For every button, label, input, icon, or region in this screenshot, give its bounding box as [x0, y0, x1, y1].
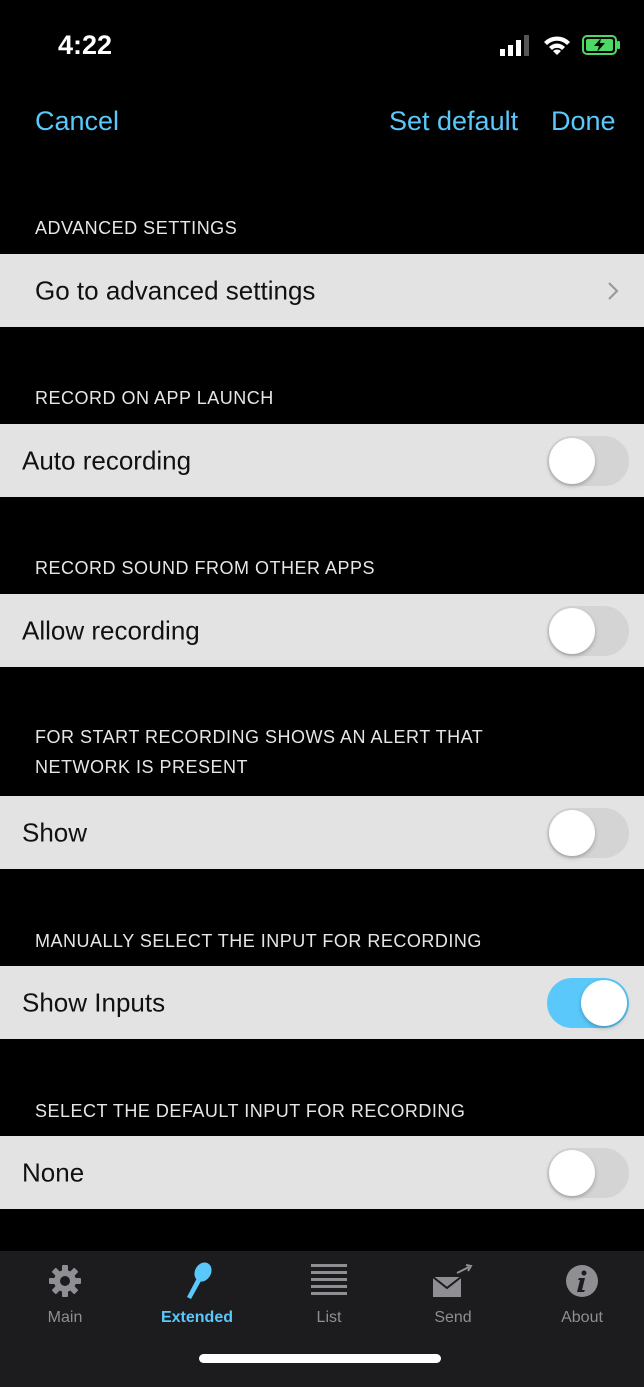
status-icons	[500, 30, 622, 60]
row-label: Go to advanced settings	[35, 275, 316, 305]
row-label: Auto recording	[22, 445, 192, 475]
battery-charging-icon	[582, 35, 620, 55]
wifi-icon	[544, 36, 570, 55]
info-icon	[566, 1265, 598, 1297]
list-icon	[311, 1264, 347, 1295]
cancel-button[interactable]: Cancel	[35, 106, 119, 137]
auto-recording-row: Auto recording	[0, 424, 644, 497]
tab-label: List	[316, 1309, 342, 1326]
set-default-button[interactable]: Set default	[389, 106, 518, 137]
section-header-line-2: NETWORK IS PRESENT	[35, 757, 249, 777]
chevron-right-icon	[608, 281, 619, 300]
done-button[interactable]: Done	[551, 106, 616, 137]
tab-extended[interactable]: Extended	[142, 1261, 252, 1327]
section-header-advanced-settings: ADVANCED SETTINGS	[35, 218, 238, 238]
row-label: Show	[22, 817, 88, 847]
row-label: Allow recording	[22, 615, 200, 645]
allow-recording-row: Allow recording	[0, 594, 644, 667]
tab-list[interactable]: List	[274, 1261, 384, 1327]
auto-recording-toggle[interactable]	[547, 435, 629, 486]
gear-icon	[49, 1265, 81, 1297]
go-to-advanced-settings-row[interactable]: Go to advanced settings	[0, 254, 644, 327]
section-header-record-on-app-launch: RECORD ON APP LAUNCH	[35, 388, 274, 408]
row-label: Show Inputs	[22, 987, 166, 1017]
tab-label: Extended	[160, 1309, 233, 1326]
show-alert-toggle[interactable]	[547, 807, 629, 858]
tab-bar: Main Extended List Send About	[0, 1251, 644, 1387]
microphone-icon	[187, 1262, 212, 1299]
nav-bar: Cancel Set default Done	[0, 100, 644, 150]
show-alert-row: Show	[0, 796, 644, 869]
status-bar: 4:22	[0, 0, 644, 80]
show-inputs-toggle[interactable]	[547, 977, 629, 1028]
section-header-record-sound-other-apps: RECORD SOUND FROM OTHER APPS	[35, 558, 376, 578]
show-inputs-row: Show Inputs	[0, 966, 644, 1039]
toggle-knob	[549, 809, 595, 856]
signal-icon	[500, 35, 529, 56]
tab-main[interactable]: Main	[10, 1261, 120, 1327]
section-header-manually-select-input: MANUALLY SELECT THE INPUT FOR RECORDING	[35, 931, 482, 951]
default-input-none-row: None	[0, 1136, 644, 1209]
tab-label: About	[561, 1309, 603, 1326]
allow-recording-toggle[interactable]	[547, 605, 629, 656]
toggle-knob	[549, 1149, 595, 1196]
tab-label: Main	[47, 1309, 83, 1326]
section-header-network-alert: FOR START RECORDING SHOWS AN ALERT THAT …	[35, 722, 635, 782]
section-header-default-input: SELECT THE DEFAULT INPUT FOR RECORDING	[35, 1101, 466, 1121]
section-header-line-1: FOR START RECORDING SHOWS AN ALERT THAT	[35, 727, 484, 747]
toggle-knob	[549, 607, 595, 654]
tab-about[interactable]: About	[527, 1261, 637, 1327]
home-indicator	[199, 1354, 441, 1363]
tab-label: Send	[434, 1309, 472, 1326]
status-time: 4:22	[58, 30, 113, 60]
toggle-knob	[581, 979, 627, 1026]
row-label: None	[22, 1157, 85, 1187]
default-input-toggle[interactable]	[547, 1147, 629, 1198]
tab-send[interactable]: Send	[398, 1261, 508, 1327]
toggle-knob	[549, 437, 595, 484]
send-mail-icon	[432, 1264, 473, 1297]
